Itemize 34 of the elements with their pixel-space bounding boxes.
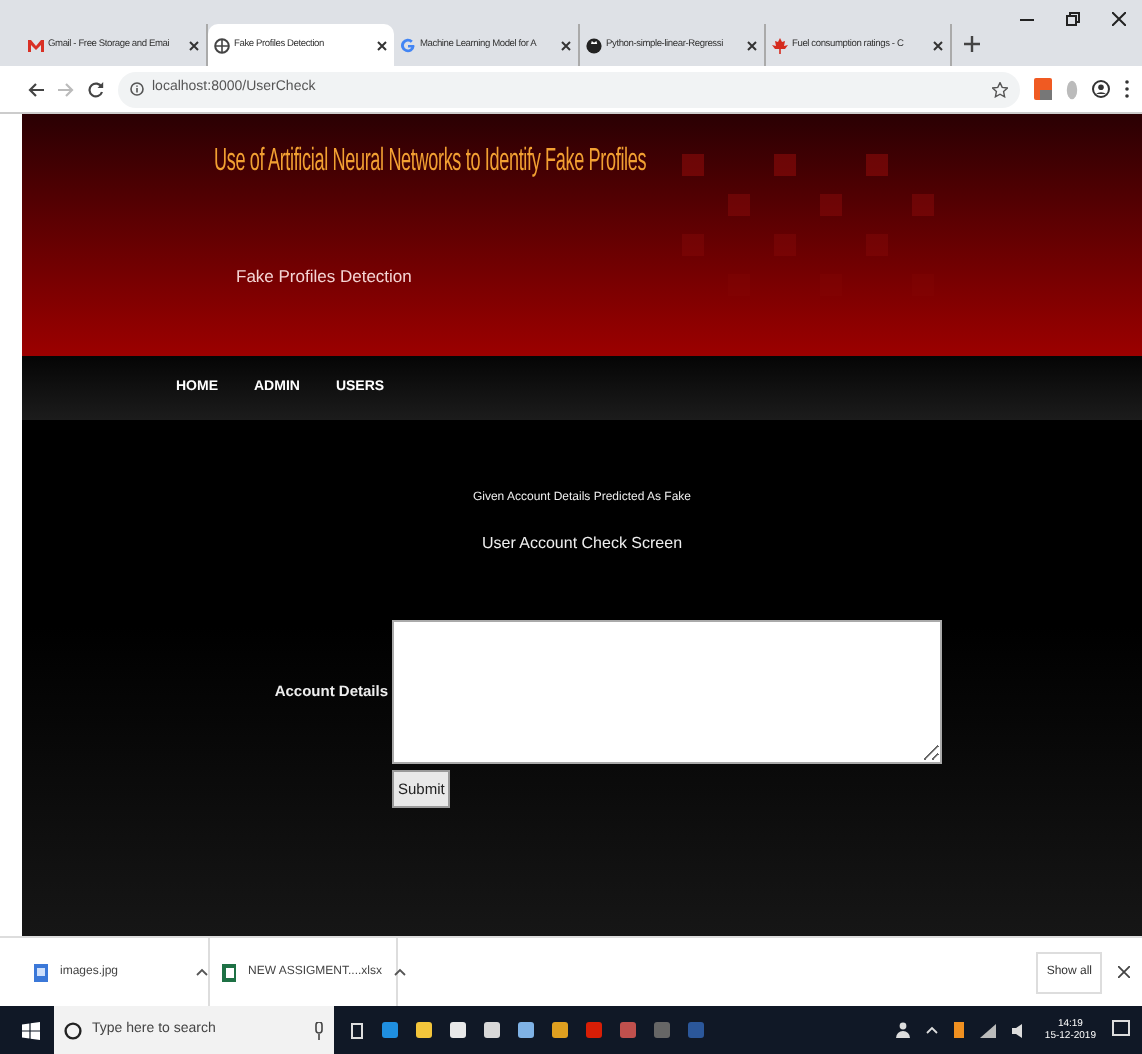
back-arrow-icon[interactable] (28, 81, 44, 97)
close-icon[interactable] (932, 39, 944, 51)
close-icon[interactable] (1118, 966, 1130, 978)
page-title: Use of Artificial Neural Networks to Identify Fake Profiles (214, 142, 647, 182)
image-file-icon (34, 963, 48, 981)
close-icon[interactable] (376, 39, 388, 51)
account-details-field[interactable] (392, 620, 942, 764)
new-tab-icon[interactable] (964, 36, 980, 52)
spreadsheet-icon (222, 963, 236, 981)
form-heading: User Account Check Screen (481, 532, 683, 556)
site-subtitle: Fake Profiles Detection (236, 264, 412, 290)
wifi-icon[interactable] (980, 1023, 997, 1037)
close-icon[interactable] (188, 39, 200, 51)
globe-icon (214, 37, 230, 53)
close-icon[interactable] (560, 39, 572, 51)
reload-icon[interactable] (88, 81, 104, 97)
task-view-icon[interactable] (348, 1021, 366, 1039)
profile-icon[interactable] (1092, 80, 1110, 98)
maple-leaf-icon (772, 37, 788, 53)
letter-g-icon (400, 37, 416, 53)
person-icon[interactable] (896, 1022, 911, 1038)
search-icon (64, 1021, 82, 1039)
microphone-icon[interactable] (314, 1021, 324, 1039)
windows-logo-icon[interactable] (22, 1021, 40, 1039)
menu-icon[interactable] (1124, 80, 1130, 98)
notification-icon[interactable] (1112, 1020, 1130, 1040)
close-icon[interactable] (1112, 12, 1126, 26)
info-icon (130, 82, 144, 96)
star-icon[interactable] (992, 81, 1008, 97)
close-icon[interactable] (746, 39, 758, 51)
caret-icon[interactable] (196, 968, 208, 976)
caret-icon[interactable] (394, 968, 407, 976)
restore-icon[interactable] (1066, 12, 1080, 26)
battery-icon[interactable] (954, 1022, 965, 1038)
